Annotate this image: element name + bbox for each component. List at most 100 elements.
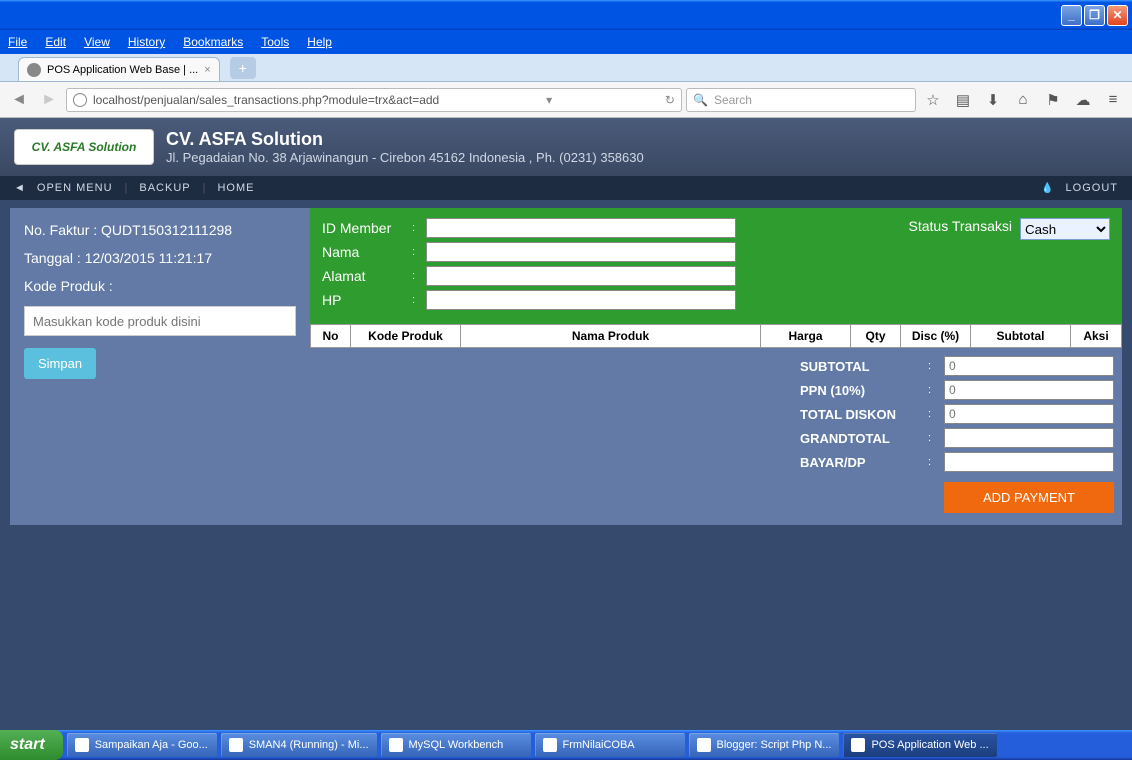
new-tab-button[interactable]: +: [230, 57, 256, 79]
url-text: localhost/penjualan/sales_transactions.p…: [93, 93, 439, 107]
menu-view[interactable]: View: [84, 35, 110, 49]
app-icon: [851, 738, 865, 752]
status-transaksi-label: Status Transaksi: [909, 218, 1013, 234]
taskbar-item[interactable]: FrmNilaiCOBA: [535, 733, 685, 757]
menu-file[interactable]: File: [8, 35, 27, 49]
alamat-input[interactable]: [426, 266, 736, 286]
grandtotal-label: GRANDTOTAL: [800, 431, 920, 446]
nama-label: Nama: [322, 244, 412, 260]
nav-home[interactable]: HOME: [217, 182, 254, 194]
app-icon: [389, 738, 403, 752]
window-titlebar: _ ❐ ✕: [0, 0, 1132, 30]
dropdown-icon[interactable]: ▾: [546, 93, 552, 107]
company-name: CV. ASFA Solution: [166, 129, 644, 150]
kode-label: Kode Produk :: [24, 278, 296, 294]
reload-button[interactable]: ↻: [665, 93, 675, 107]
ppn-field[interactable]: [944, 380, 1114, 400]
menu-tools[interactable]: Tools: [261, 35, 289, 49]
menu-history[interactable]: History: [128, 35, 165, 49]
windows-taskbar: start Sampaikan Aja - Goo... SMAN4 (Runn…: [0, 730, 1132, 760]
bayar-label: BAYAR/DP: [800, 455, 920, 470]
subtotal-label: SUBTOTAL: [800, 359, 920, 374]
id-member-input[interactable]: [426, 218, 736, 238]
menu-help[interactable]: Help: [307, 35, 332, 49]
totals-panel: SUBTOTAL: PPN (10%): TOTAL DISKON: GRAND…: [310, 348, 1122, 525]
simpan-button[interactable]: Simpan: [24, 348, 96, 379]
status-transaksi-select[interactable]: Cash: [1020, 218, 1110, 240]
nama-input[interactable]: [426, 242, 736, 262]
pocket-icon[interactable]: ⚑: [1040, 87, 1066, 113]
browser-menubar: File Edit View History Bookmarks Tools H…: [0, 30, 1132, 54]
subtotal-field[interactable]: [944, 356, 1114, 376]
back-button[interactable]: ◄: [6, 87, 32, 113]
tab-title: POS Application Web Base | ...: [47, 64, 198, 76]
menu-edit[interactable]: Edit: [45, 35, 66, 49]
home-icon[interactable]: ⌂: [1010, 87, 1036, 113]
menu-bookmarks[interactable]: Bookmarks: [183, 35, 243, 49]
ppn-label: PPN (10%): [800, 383, 920, 398]
nav-logout[interactable]: LOGOUT: [1066, 182, 1118, 194]
kode-produk-input[interactable]: [24, 306, 296, 336]
chevron-left-icon: ◄: [14, 182, 25, 194]
product-grid-header: No Kode Produk Nama Produk Harga Qty Dis…: [310, 324, 1122, 348]
taskbar-item[interactable]: POS Application Web ...: [843, 733, 996, 757]
col-disc: Disc (%): [901, 325, 971, 347]
globe-icon: [73, 93, 87, 107]
address-bar[interactable]: localhost/penjualan/sales_transactions.p…: [66, 88, 682, 112]
col-nama: Nama Produk: [461, 325, 761, 347]
faktur-label: No. Faktur :: [24, 222, 97, 238]
browser-toolbar: ◄ ► localhost/penjualan/sales_transactio…: [0, 82, 1132, 118]
close-window-button[interactable]: ✕: [1107, 5, 1128, 26]
downloads-icon[interactable]: ⬇: [980, 87, 1006, 113]
forward-button[interactable]: ►: [36, 87, 62, 113]
bookmark-star-icon[interactable]: ☆: [920, 87, 946, 113]
start-button[interactable]: start: [0, 730, 63, 760]
col-qty: Qty: [851, 325, 901, 347]
left-panel: No. Faktur : QUDT150312111298 Tanggal : …: [10, 208, 310, 525]
tab-close-button[interactable]: ×: [204, 64, 210, 76]
app-icon: [229, 738, 243, 752]
tanggal-value: 12/03/2015 11:21:17: [85, 250, 212, 266]
app-header: CV. ASFA Solution CV. ASFA Solution Jl. …: [0, 118, 1132, 176]
maximize-button[interactable]: ❐: [1084, 5, 1105, 26]
alamat-label: Alamat: [322, 268, 412, 284]
hamburger-menu-icon[interactable]: ≡: [1100, 87, 1126, 113]
member-box: ID Member: Nama: Alamat: HP: Status Tran…: [310, 208, 1122, 324]
taskbar-item[interactable]: MySQL Workbench: [381, 733, 531, 757]
logo: CV. ASFA Solution: [14, 129, 154, 165]
search-icon: 🔍: [693, 93, 708, 107]
hp-input[interactable]: [426, 290, 736, 310]
add-payment-button[interactable]: ADD PAYMENT: [944, 482, 1114, 513]
minimize-button[interactable]: _: [1061, 5, 1082, 26]
search-bar[interactable]: 🔍 Search: [686, 88, 916, 112]
sync-icon[interactable]: ☁: [1070, 87, 1096, 113]
app-icon: [697, 738, 711, 752]
nav-backup[interactable]: BACKUP: [139, 182, 190, 194]
col-subtotal: Subtotal: [971, 325, 1071, 347]
right-panel: ID Member: Nama: Alamat: HP: Status Tran…: [310, 208, 1122, 525]
browser-tabstrip: POS Application Web Base | ... × +: [0, 54, 1132, 82]
taskbar-item[interactable]: Sampaikan Aja - Goo...: [67, 733, 217, 757]
taskbar-item[interactable]: Blogger: Script Php N...: [689, 733, 840, 757]
browser-tab[interactable]: POS Application Web Base | ... ×: [18, 57, 220, 81]
col-harga: Harga: [761, 325, 851, 347]
search-placeholder: Search: [714, 93, 752, 107]
col-aksi: Aksi: [1071, 325, 1121, 347]
hp-label: HP: [322, 292, 412, 308]
app-icon: [543, 738, 557, 752]
empty-area: [0, 533, 1132, 733]
taskbar-item[interactable]: SMAN4 (Running) - Mi...: [221, 733, 377, 757]
col-kode: Kode Produk: [351, 325, 461, 347]
diskon-field[interactable]: [944, 404, 1114, 424]
bayar-field[interactable]: [944, 452, 1114, 472]
col-no: No: [311, 325, 351, 347]
app-icon: [75, 738, 89, 752]
grandtotal-field[interactable]: [944, 428, 1114, 448]
app-navbar: ◄ OPEN MENU | BACKUP | HOME 💧 LOGOUT: [0, 176, 1132, 200]
reader-icon[interactable]: ▤: [950, 87, 976, 113]
page-content: CV. ASFA Solution CV. ASFA Solution Jl. …: [0, 118, 1132, 738]
favicon-icon: [27, 63, 41, 77]
nav-open-menu[interactable]: OPEN MENU: [37, 182, 113, 194]
diskon-label: TOTAL DISKON: [800, 407, 920, 422]
droplet-icon: 💧: [1041, 183, 1053, 194]
